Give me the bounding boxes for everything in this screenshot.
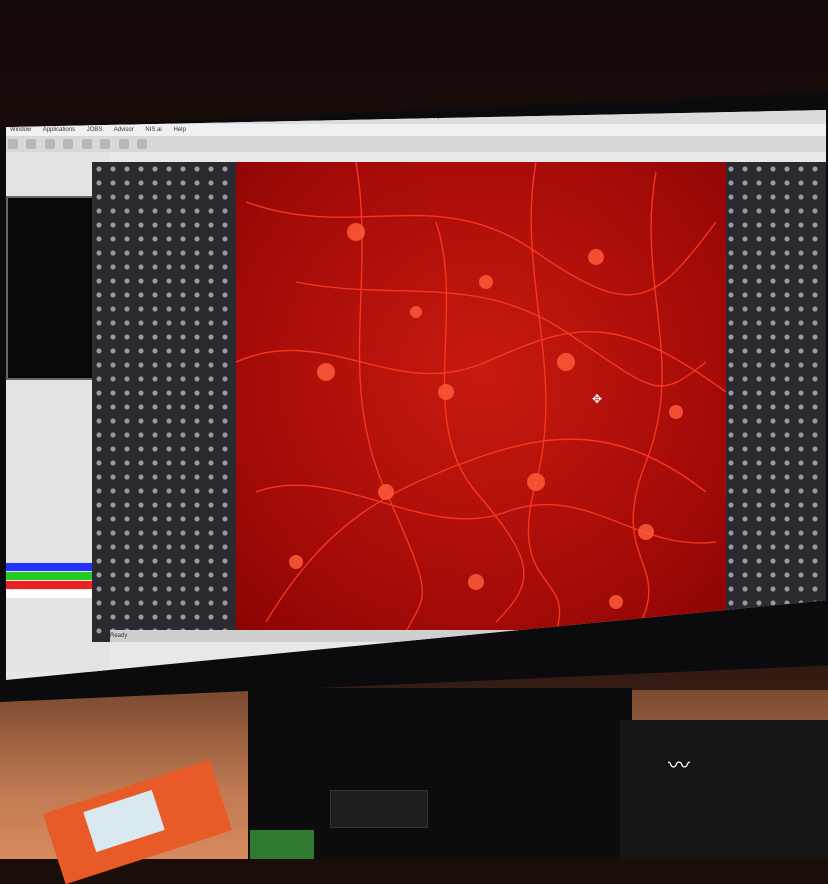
menu-jobs[interactable]: JOBS — [87, 127, 103, 133]
tool-button[interactable] — [26, 139, 37, 149]
green-sticker — [250, 830, 314, 859]
stand-label-slot — [330, 790, 428, 828]
tool-button[interactable] — [100, 139, 111, 149]
menu-bar: Window Applications JOBS Advisor NIS.ai … — [6, 124, 826, 136]
tile-grid-left — [92, 162, 242, 642]
tool-button[interactable] — [118, 139, 129, 149]
tool-button[interactable] — [81, 139, 92, 149]
move-cursor-icon: ✥ — [592, 392, 603, 406]
menu-advisor[interactable]: Advisor — [114, 127, 134, 133]
squiggle-icon: 〰 — [668, 753, 691, 778]
tool-button[interactable] — [44, 139, 55, 149]
tool-button[interactable] — [137, 139, 148, 149]
black-box — [620, 720, 828, 859]
tool-button[interactable] — [8, 139, 18, 149]
neuron-network — [236, 162, 726, 632]
tool-button[interactable] — [63, 139, 74, 149]
menu-nisai[interactable]: NIS.ai — [145, 127, 161, 133]
monitor-screen: NIS-Elements AR (Live) - Red Window Appl… — [6, 110, 826, 680]
menu-help[interactable]: Help — [173, 127, 185, 133]
menu-window[interactable]: Window — [10, 127, 31, 133]
menu-applications[interactable]: Applications — [43, 127, 75, 133]
histogram-preview — [6, 196, 102, 380]
fluorescence-image[interactable]: ✥ — [236, 162, 726, 632]
tile-grid-right — [724, 162, 826, 642]
toolbar — [6, 136, 826, 152]
